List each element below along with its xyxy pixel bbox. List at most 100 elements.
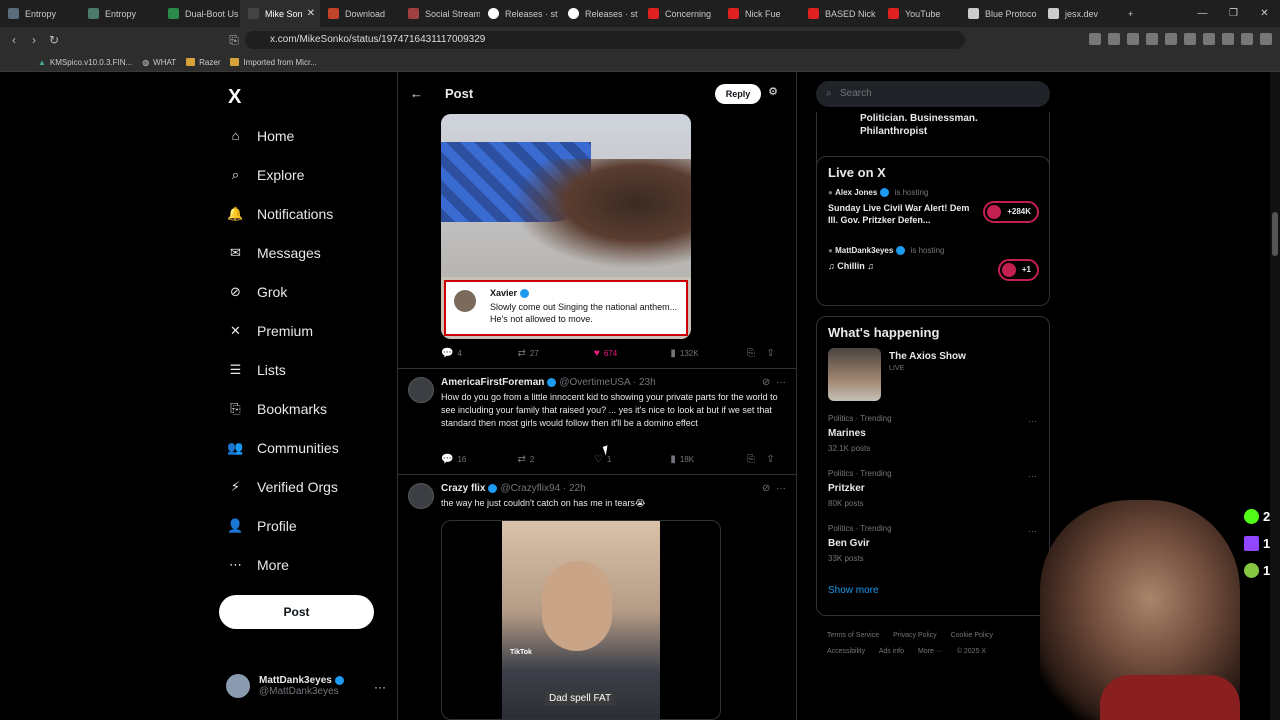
nav-item-more[interactable]: ⋯ More [218, 545, 388, 584]
extension-icon[interactable] [1146, 33, 1158, 45]
back-arrow-icon[interactable]: ← [410, 86, 423, 101]
nav-item-lists[interactable]: ☰ Lists [218, 350, 388, 389]
footer-link[interactable]: Accessibility [827, 648, 865, 655]
extension-icon[interactable] [1108, 33, 1120, 45]
nav-item-explore[interactable]: ⌕ Explore [218, 155, 388, 194]
post-media-video[interactable]: TikTok Dad spell FAT [441, 520, 721, 720]
bookmark-action[interactable]: ⎘ [747, 454, 767, 465]
more-options-icon[interactable]: ··· [374, 680, 386, 694]
views-action[interactable]: ▮ 132K [670, 348, 746, 359]
extension-icon[interactable] [1203, 33, 1215, 45]
tab-0[interactable]: Entropy [0, 0, 80, 27]
share-action[interactable]: ⇪ [766, 454, 786, 465]
tab-8[interactable]: Concerning [640, 0, 720, 27]
tab-12[interactable]: Blue Protoco [960, 0, 1040, 27]
tweet-menu[interactable]: ⊘ ··· [762, 377, 786, 388]
author-handle[interactable]: @OvertimeUSA · 23h [559, 377, 655, 388]
avatar[interactable] [408, 483, 434, 509]
nav-item-home[interactable]: ⌂ Home [218, 116, 388, 155]
forward-icon[interactable]: › [24, 33, 44, 47]
reply-button[interactable]: Reply [715, 84, 761, 104]
like-action[interactable]: ♡ 1 [594, 454, 670, 465]
repost-action[interactable]: ⇄ 27 [517, 348, 593, 359]
download-icon[interactable] [1184, 33, 1196, 45]
live-item[interactable]: ● Alex Jones is hosting Sunday Live Civi… [817, 188, 1049, 246]
nav-item-messages[interactable]: ✉ Messages [218, 233, 388, 272]
footer-link[interactable]: Cookie Policy [951, 632, 993, 639]
like-action[interactable]: ♥ 674 [594, 348, 670, 359]
repost-action[interactable]: ⇄ 2 [517, 454, 593, 465]
account-switcher[interactable]: MattDank3eyes @MattDank3eyes ··· [226, 674, 386, 698]
bookmark-action[interactable]: ⎘ [747, 348, 767, 359]
post-button[interactable]: Post [219, 595, 374, 629]
footer-link[interactable]: Ads info [879, 648, 904, 655]
tweet-menu[interactable]: ⊘ ··· [762, 483, 786, 494]
more-options-icon[interactable]: ··· [1028, 526, 1037, 536]
nav-item-notifications[interactable]: 🔔 Notifications [218, 194, 388, 233]
tab-7[interactable]: Releases · st [560, 0, 640, 27]
menu-icon[interactable] [1260, 33, 1272, 45]
reply-action[interactable]: 💬 16 [441, 454, 517, 465]
more-options-icon[interactable]: ··· [1028, 416, 1037, 426]
grok-icon[interactable]: ⊘ [762, 377, 770, 388]
tab-6[interactable]: Releases · st [480, 0, 560, 27]
extension-icon[interactable] [1127, 33, 1139, 45]
nav-item-premium[interactable]: ✕ Premium [218, 311, 388, 350]
listener-count-pill[interactable]: +284K [983, 201, 1039, 223]
new-tab-button[interactable]: + [1120, 0, 1150, 27]
minimize-icon[interactable]: — [1187, 0, 1218, 27]
close-tab-icon[interactable]: ✕ [307, 8, 315, 19]
reload-icon[interactable]: ↻ [44, 33, 64, 47]
avatar[interactable] [408, 377, 434, 403]
footer-link[interactable]: Privacy Policy [893, 632, 937, 639]
bookmark-page-icon[interactable]: ⎘ [224, 33, 244, 48]
author-name[interactable]: Crazy flix [441, 483, 485, 494]
back-icon[interactable]: ‹ [4, 33, 24, 47]
tab-11[interactable]: YouTube [880, 0, 960, 27]
page-scrollbar[interactable] [1270, 72, 1280, 720]
tab-3-active[interactable]: Mike Son ✕ [240, 0, 320, 27]
tab-9[interactable]: Nick Fue [720, 0, 800, 27]
nav-item-verified-orgs[interactable]: ⚡ Verified Orgs [218, 467, 388, 506]
trend-item[interactable]: Politics · Trending Pritzker 80K posts ·… [817, 469, 1049, 524]
bookmark-item[interactable]: Razer [186, 58, 220, 67]
more-options-icon[interactable]: ··· [776, 483, 786, 494]
reply-action[interactable]: 💬 4 [441, 348, 517, 359]
scrollbar-thumb[interactable] [1272, 212, 1278, 256]
live-event-item[interactable]: The Axios Show LIVE [817, 348, 1049, 414]
trend-item[interactable]: Politics · Trending Ben Gvir 33K posts ·… [817, 524, 1049, 579]
url-field[interactable]: x.com/MikeSonko/status/19747164311170093… [245, 31, 965, 49]
author-name[interactable]: AmericaFirstForeman [441, 377, 544, 388]
post-media-image[interactable]: Xavier Slowly come out Singing the natio… [441, 114, 691, 339]
footer-link[interactable]: More ··· [918, 648, 943, 655]
show-more-link[interactable]: Show more [817, 579, 1049, 606]
tab-1[interactable]: Entropy [80, 0, 160, 27]
bookmark-item[interactable]: Imported from Micr... [230, 58, 317, 67]
tab-13[interactable]: jesx.dev [1040, 0, 1120, 27]
more-options-icon[interactable]: ··· [1028, 471, 1037, 481]
bookmark-item[interactable]: ◍ WHAT [142, 58, 176, 67]
tab-5[interactable]: Social Stream [400, 0, 480, 27]
nav-item-grok[interactable]: ⊘ Grok [218, 272, 388, 311]
nav-item-bookmarks[interactable]: ⎘ Bookmarks [218, 389, 388, 428]
footer-link[interactable]: Terms of Service [827, 632, 879, 639]
views-action[interactable]: ▮ 18K [670, 454, 746, 465]
extension-icon[interactable] [1165, 33, 1177, 45]
x-logo-icon[interactable]: X [228, 86, 388, 116]
share-action[interactable]: ⇪ [766, 348, 786, 359]
tab-4[interactable]: Download [320, 0, 400, 27]
bookmark-item[interactable]: ▲ KMSpico.v10.0.3.FIN... [38, 58, 132, 67]
more-options-icon[interactable]: ··· [776, 377, 786, 388]
extension-icon[interactable] [1241, 33, 1253, 45]
live-item[interactable]: ● MattDank3eyes is hosting ♫ Chillin ♫ +… [817, 246, 1049, 304]
nav-item-profile[interactable]: 👤 Profile [218, 506, 388, 545]
trend-item[interactable]: Politics · Trending Marines 32.1K posts … [817, 414, 1049, 469]
nav-item-communities[interactable]: 👥 Communities [218, 428, 388, 467]
close-window-icon[interactable]: ✕ [1249, 0, 1280, 27]
extension-icon[interactable] [1089, 33, 1101, 45]
tab-2[interactable]: Dual-Boot Us [160, 0, 240, 27]
restore-icon[interactable]: ❐ [1218, 0, 1249, 27]
author-handle[interactable]: @Crazyflix94 · 22h [500, 483, 585, 494]
sidebar-icon[interactable] [1222, 33, 1234, 45]
listener-count-pill[interactable]: +1 [997, 259, 1039, 281]
